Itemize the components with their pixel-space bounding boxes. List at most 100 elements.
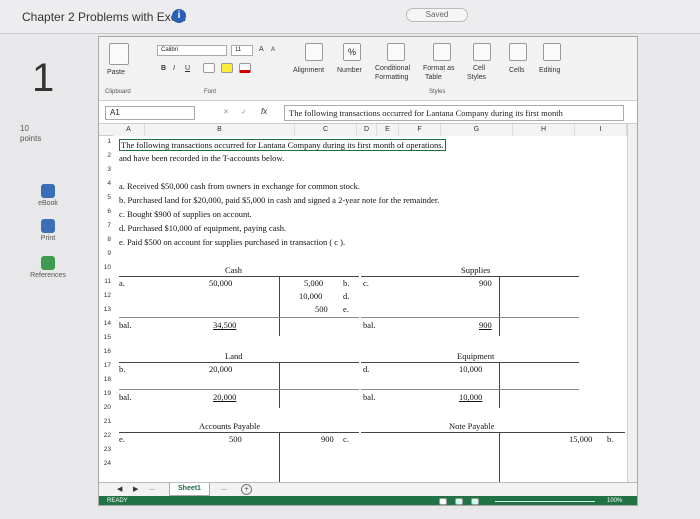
cell-styles-icon[interactable] — [473, 43, 491, 61]
column-header[interactable]: C — [295, 124, 357, 136]
enter-icon[interactable]: ✓ — [241, 108, 247, 116]
sidebar-item-references[interactable]: References — [26, 256, 70, 279]
more-tabs[interactable]: ... — [221, 485, 227, 492]
row-header[interactable]: 17 — [99, 362, 113, 369]
editing-button[interactable]: Editing — [539, 67, 560, 74]
formatting-label[interactable]: Formatting — [375, 74, 408, 81]
equipment-bal-label[interactable]: bal. — [363, 392, 376, 402]
np-credit-ref[interactable]: b. — [607, 434, 613, 444]
row-header[interactable]: 10 — [99, 264, 113, 271]
normal-view-icon[interactable] — [439, 498, 447, 505]
cash-bal-label[interactable]: bal. — [119, 320, 132, 330]
column-header[interactable]: I — [575, 124, 627, 136]
supplies-debit[interactable]: 900 — [479, 278, 492, 288]
more-sheets[interactable]: ... — [149, 485, 155, 492]
conditional-label[interactable]: Conditional — [375, 65, 410, 72]
alignment-button[interactable]: Alignment — [293, 67, 324, 74]
supplies-debit-ref[interactable]: c. — [363, 278, 369, 288]
equipment-debit-ref[interactable]: d. — [363, 364, 369, 374]
font-color-icon[interactable] — [239, 63, 251, 73]
column-header[interactable]: G — [441, 124, 513, 136]
editing-icon[interactable] — [543, 43, 561, 61]
ap-credit-ref[interactable]: c. — [343, 434, 349, 444]
cash-bal[interactable]: 34,500 — [213, 320, 236, 330]
row-header[interactable]: 8 — [99, 236, 113, 243]
cash-credit-2[interactable]: 10,000 — [299, 291, 322, 301]
name-box[interactable]: A1 — [105, 106, 195, 120]
row-header[interactable]: 23 — [99, 446, 113, 453]
formula-input[interactable]: The following transactions occurred for … — [284, 105, 624, 121]
font-grow-button[interactable]: A — [259, 46, 264, 53]
row-header[interactable]: 20 — [99, 404, 113, 411]
cash-credit-ref-3[interactable]: e. — [343, 304, 349, 314]
zoom-slider[interactable] — [495, 501, 595, 502]
paste-icon[interactable] — [109, 43, 129, 65]
cash-debit-ref[interactable]: a. — [119, 278, 125, 288]
row-header[interactable]: 7 — [99, 222, 113, 229]
equipment-title[interactable]: Equipment — [457, 351, 494, 361]
cell-a8[interactable]: e. Paid $500 on account for supplies pur… — [119, 237, 345, 247]
equipment-debit[interactable]: 10,000 — [459, 364, 482, 374]
page-layout-icon[interactable] — [455, 498, 463, 505]
cells-icon[interactable] — [509, 43, 527, 61]
cells-button[interactable]: Cells — [509, 67, 525, 74]
land-bal[interactable]: 20,000 — [213, 392, 236, 402]
supplies-title[interactable]: Supplies — [461, 265, 490, 275]
cash-title[interactable]: Cash — [225, 265, 242, 275]
conditional-formatting-icon[interactable] — [387, 43, 405, 61]
format-as-table-icon[interactable] — [433, 43, 451, 61]
cash-credit-3[interactable]: 500 — [315, 304, 328, 314]
cell-a5[interactable]: b. Purchased land for $20,000, paid $5,0… — [119, 195, 439, 205]
info-icon[interactable]: i — [172, 9, 186, 23]
bold-button[interactable]: B — [161, 65, 166, 72]
sidebar-item-print[interactable]: Print — [26, 219, 70, 242]
equipment-bal[interactable]: 10,000 — [459, 392, 482, 402]
worksheet-grid[interactable]: A B C D E F G H I 1 2 3 4 5 6 7 8 9 10 11 12 13 14 15 1… — [99, 124, 637, 482]
row-header[interactable]: 3 — [99, 166, 113, 173]
cash-credit-1[interactable]: 5,000 — [304, 278, 323, 288]
row-header[interactable]: 22 — [99, 432, 113, 439]
land-title[interactable]: Land — [225, 351, 242, 361]
row-header[interactable]: 12 — [99, 292, 113, 299]
add-sheet-button[interactable]: + — [241, 484, 252, 495]
percent-icon[interactable]: % — [343, 43, 361, 61]
supplies-bal[interactable]: 900 — [479, 320, 492, 330]
cell-a1[interactable]: The following transactions occurred for … — [119, 139, 446, 151]
land-debit[interactable]: 20,000 — [209, 364, 232, 374]
cash-debit[interactable]: 50,000 — [209, 278, 232, 288]
cell-a4[interactable]: a. Received $50,000 cash from owners in … — [119, 181, 360, 191]
cell-a2[interactable]: and have been recorded in the T-accounts… — [119, 153, 284, 163]
column-header[interactable]: H — [513, 124, 575, 136]
cash-credit-ref-1[interactable]: b. — [343, 278, 349, 288]
row-header[interactable]: 1 — [99, 138, 113, 145]
column-header[interactable]: B — [145, 124, 295, 136]
row-header[interactable]: 21 — [99, 418, 113, 425]
font-size-select[interactable]: 11 — [231, 45, 253, 56]
page-break-icon[interactable] — [471, 498, 479, 505]
column-header[interactable]: A — [113, 124, 145, 136]
row-header[interactable]: 6 — [99, 208, 113, 215]
ap-credit[interactable]: 900 — [321, 434, 334, 444]
row-header[interactable]: 19 — [99, 390, 113, 397]
fx-icon[interactable]: fx — [261, 107, 267, 116]
ap-debit[interactable]: 500 — [229, 434, 242, 444]
row-header[interactable]: 18 — [99, 376, 113, 383]
italic-button[interactable]: I — [173, 65, 175, 72]
land-bal-label[interactable]: bal. — [119, 392, 132, 402]
supplies-bal-label[interactable]: bal. — [363, 320, 376, 330]
row-header[interactable]: 15 — [99, 334, 113, 341]
row-header[interactable]: 13 — [99, 306, 113, 313]
paste-label[interactable]: Paste — [107, 69, 125, 76]
next-sheet-icon[interactable]: ▶ — [133, 485, 138, 493]
land-debit-ref[interactable]: b. — [119, 364, 125, 374]
row-header[interactable]: 5 — [99, 194, 113, 201]
underline-button[interactable]: U — [185, 65, 190, 72]
fill-color-icon[interactable] — [221, 63, 233, 73]
format-as-label[interactable]: Format as — [423, 65, 455, 72]
styles-button-label[interactable]: Styles — [467, 74, 486, 81]
cancel-icon[interactable]: ✕ — [223, 108, 229, 116]
column-header[interactable]: D — [357, 124, 377, 136]
column-header[interactable]: F — [399, 124, 441, 136]
row-header[interactable]: 9 — [99, 250, 113, 257]
row-header[interactable]: 14 — [99, 320, 113, 327]
